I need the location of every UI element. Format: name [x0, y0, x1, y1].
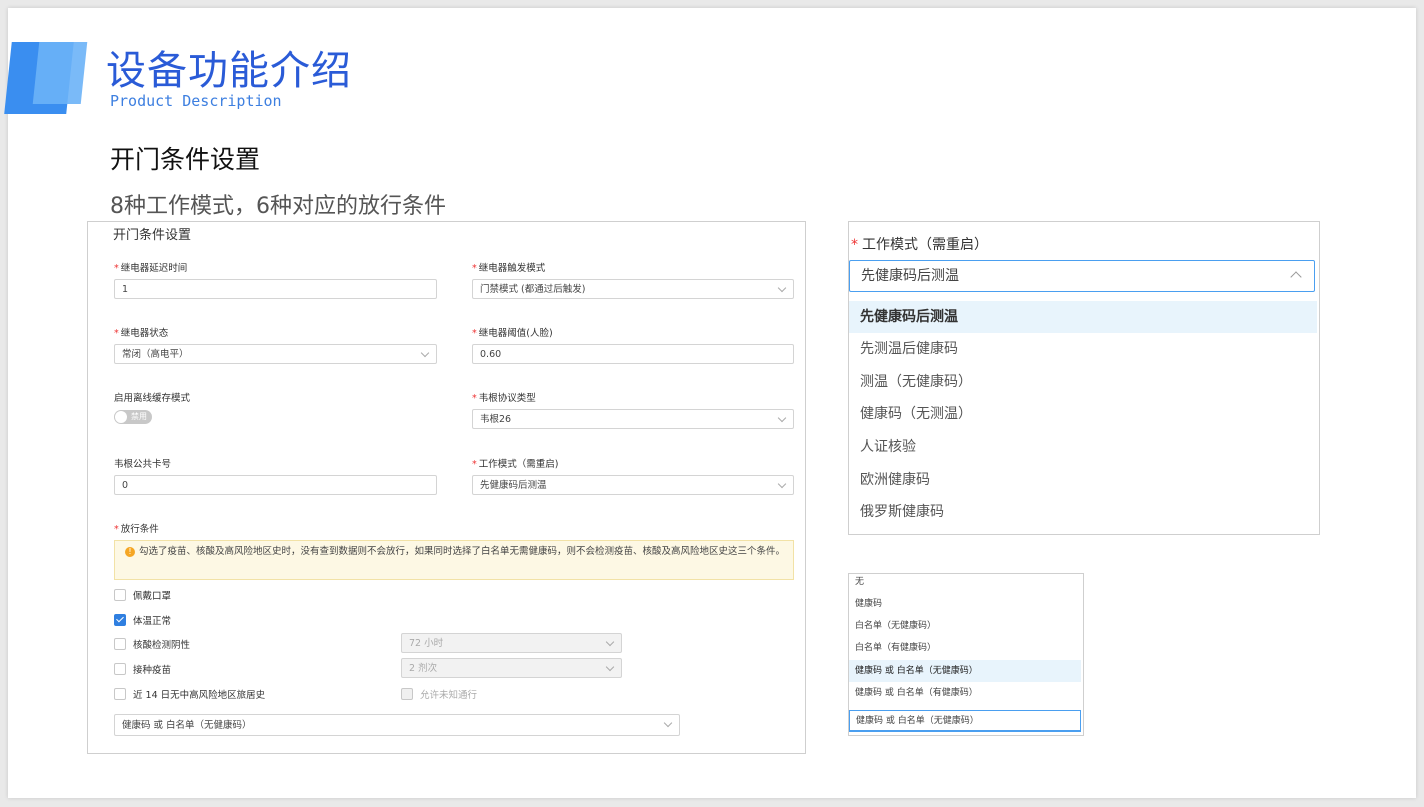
relay-threshold-label: * 继电器阈值(人脸)	[472, 328, 553, 339]
form-title: 开门条件设置	[113, 228, 192, 243]
work-mode-label: * 工作模式（需重启)	[472, 459, 559, 470]
allow-unknown-label: 允许未知通行	[420, 690, 478, 701]
pass-condition-select[interactable]: 健康码 或 白名单（无健康码）	[849, 710, 1081, 732]
relay-delay-input[interactable]: 1	[114, 279, 437, 299]
wiegand-protocol-label: * 韦根协议类型	[472, 393, 536, 404]
decorative-block-light	[32, 42, 88, 104]
relay-state-label: * 继电器状态	[114, 328, 169, 339]
offline-cache-label: 启用离线缓存模式	[114, 393, 191, 404]
nucleic-label: 核酸检测阴性	[133, 640, 191, 651]
work-mode-option[interactable]: 健康码（无测温）	[849, 398, 1317, 430]
work-mode-option[interactable]: 人证核验	[849, 431, 1317, 463]
offline-cache-toggle[interactable]: 禁用	[114, 410, 152, 424]
chevron-down-icon	[777, 479, 787, 489]
nucleic-hours-select[interactable]: 72 小时	[401, 633, 622, 653]
chevron-down-icon	[663, 718, 673, 728]
temperature-checkbox[interactable]	[114, 614, 126, 626]
chevron-down-icon	[605, 662, 615, 672]
warning-icon: !	[125, 547, 135, 557]
section-heading: 开门条件设置	[110, 145, 261, 174]
slide-title: 设备功能介绍	[106, 48, 352, 94]
chevron-down-icon	[777, 283, 787, 293]
relay-trigger-label: * 继电器触发模式	[472, 263, 546, 274]
mask-checkbox[interactable]	[114, 589, 126, 601]
chevron-down-icon	[605, 637, 615, 647]
work-mode-option[interactable]: 俄罗斯健康码	[849, 496, 1317, 528]
vaccine-doses-select[interactable]: 2 剂次	[401, 658, 622, 678]
nucleic-checkbox[interactable]	[114, 638, 126, 650]
allow-unknown-checkbox[interactable]	[401, 688, 413, 700]
notice-text: 勾选了疫苗、核酸及高风险地区史时，没有查到数据则不会放行，如果同时选择了白名单无…	[139, 546, 786, 557]
health-code-select[interactable]: 健康码 或 白名单（无健康码）	[114, 714, 680, 736]
work-mode-option[interactable]: 先测温后健康码	[849, 333, 1317, 365]
temperature-label: 体温正常	[133, 616, 172, 627]
section-subheading: 8种工作模式，6种对应的放行条件	[110, 194, 446, 219]
toggle-label: 禁用	[131, 412, 147, 421]
work-mode-option[interactable]: 先健康码后测温	[849, 301, 1317, 333]
wiegand-protocol-select[interactable]: 韦根26	[472, 409, 794, 429]
pass-condition-dropdown-panel: 无 健康码 白名单（无健康码） 白名单（有健康码） 健康码 或 白名单（无健康码…	[848, 573, 1084, 736]
work-mode-option[interactable]: 测温（无健康码）	[849, 366, 1317, 398]
slide-subtitle: Product Description	[110, 92, 282, 110]
vaccine-checkbox[interactable]	[114, 663, 126, 675]
mask-label: 佩戴口罩	[133, 591, 172, 602]
pass-condition-option[interactable]: 白名单（无健康码）	[849, 615, 1081, 637]
pass-condition-option[interactable]: 健康码 或 白名单（有健康码）	[849, 682, 1081, 704]
wiegand-card-label: 韦根公共卡号	[114, 459, 172, 470]
pass-condition-option[interactable]: 健康码 或 白名单（无健康码）	[849, 660, 1081, 682]
work-mode-option[interactable]: 欧洲健康码	[849, 464, 1317, 496]
wiegand-card-input[interactable]: 0	[114, 475, 437, 495]
work-mode-dropdown-label: * 工作模式（需重启）	[851, 237, 988, 253]
work-mode-dropdown-select[interactable]: 先健康码后测温	[849, 260, 1315, 292]
chevron-down-icon	[777, 413, 787, 423]
work-mode-select[interactable]: 先健康码后测温	[472, 475, 794, 495]
pass-condition-option[interactable]: 白名单（有健康码）	[849, 637, 1081, 659]
relay-state-select[interactable]: 常闭（高电平）	[114, 344, 437, 364]
pass-condition-option[interactable]: 无	[849, 571, 1081, 593]
pass-condition-option[interactable]: 健康码	[849, 593, 1081, 615]
chevron-down-icon	[420, 348, 430, 358]
work-mode-dropdown-panel: * 工作模式（需重启） 先健康码后测温 先健康码后测温 先测温后健康码 测温（无健…	[848, 221, 1320, 535]
relay-threshold-input[interactable]: 0.60	[472, 344, 794, 364]
pass-conditions-label: * 放行条件	[114, 524, 159, 535]
relay-trigger-select[interactable]: 门禁模式 (都通过后触发)	[472, 279, 794, 299]
warning-notice: ! 勾选了疫苗、核酸及高风险地区史时，没有查到数据则不会放行，如果同时选择了白名单…	[114, 540, 794, 580]
travel-history-label: 近 14 日无中高风险地区旅居史	[133, 690, 266, 701]
vaccine-label: 接种疫苗	[133, 665, 172, 676]
door-condition-form: 开门条件设置 * 继电器延迟时间 1 * 继电器触发模式 门禁模式 (都通过后触发)…	[87, 221, 806, 754]
travel-history-checkbox[interactable]	[114, 688, 126, 700]
relay-delay-label: * 继电器延迟时间	[114, 263, 188, 274]
chevron-up-icon	[1290, 271, 1302, 283]
toggle-knob	[115, 411, 127, 423]
